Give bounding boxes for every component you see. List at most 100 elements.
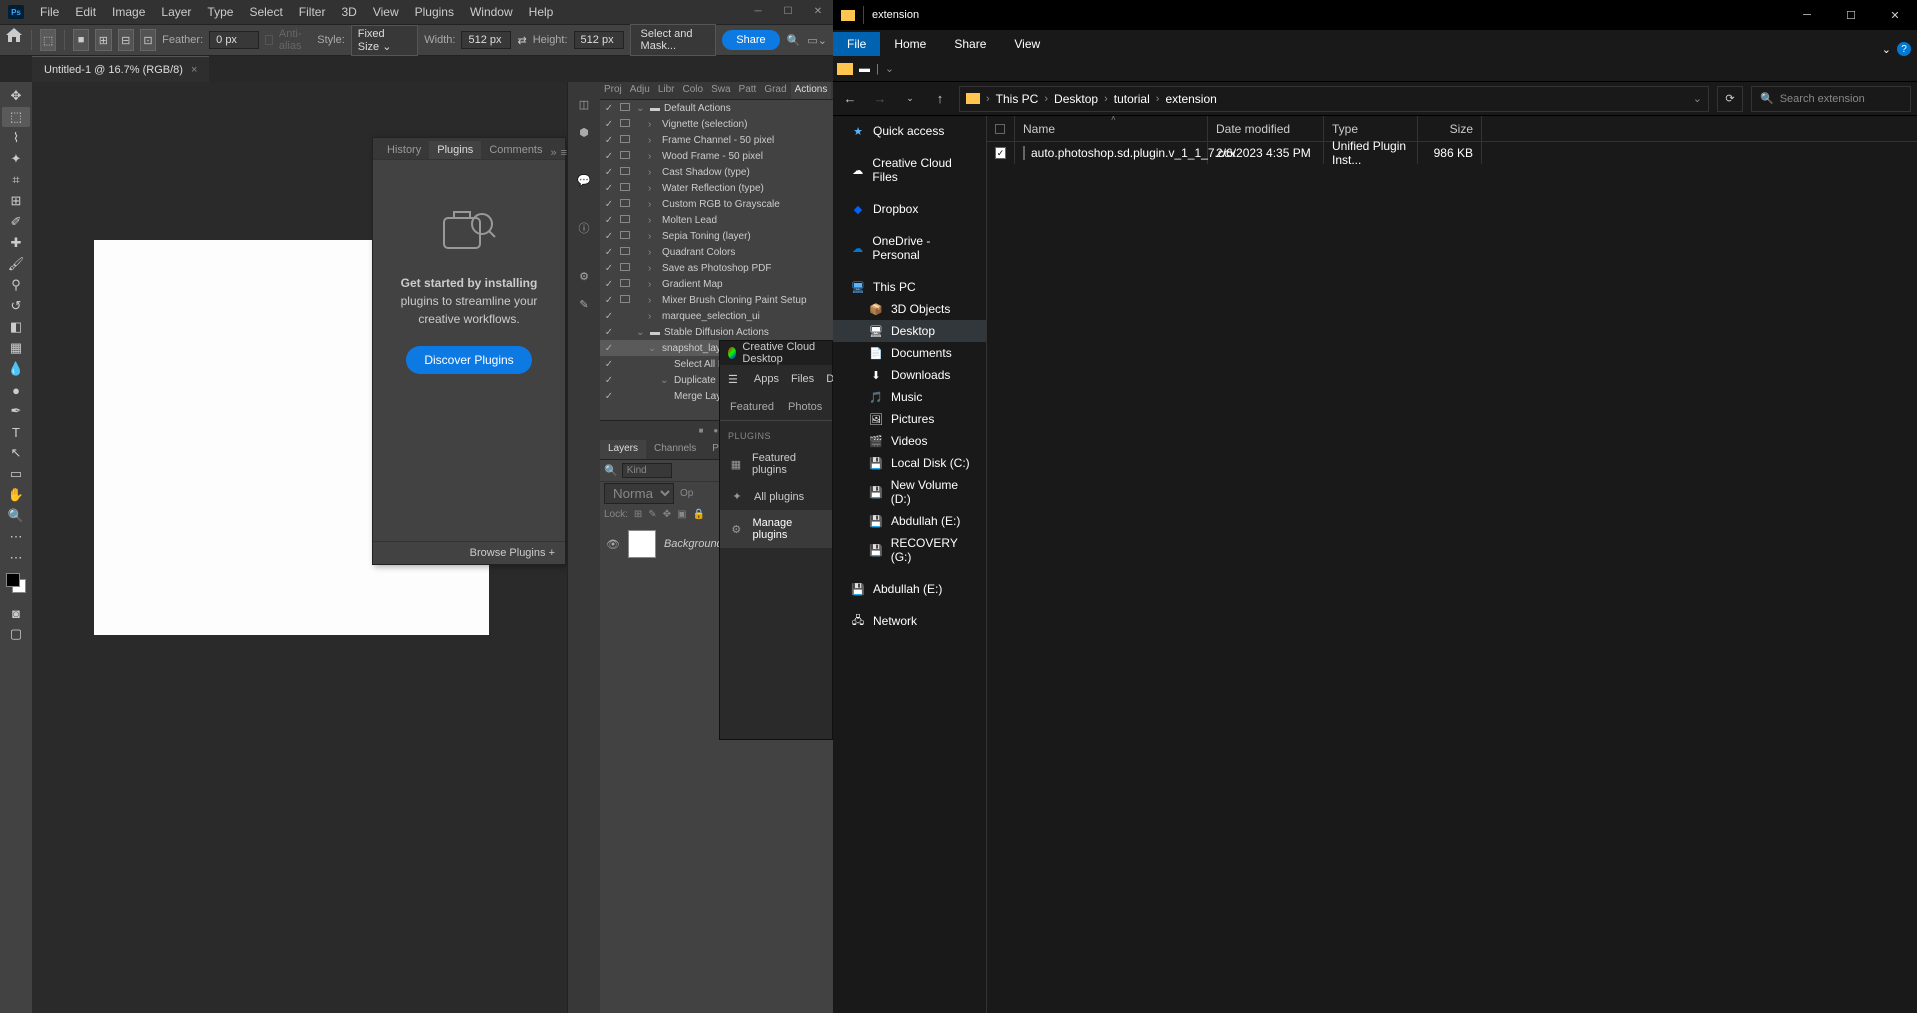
- minimize-icon[interactable]: ─: [1785, 1, 1829, 29]
- tab-comments[interactable]: Comments: [481, 141, 550, 159]
- menu-icon[interactable]: ≡: [561, 147, 567, 159]
- action-dialog[interactable]: [618, 183, 632, 194]
- action-dialog[interactable]: [618, 199, 632, 210]
- panel-icon[interactable]: ◫: [572, 92, 596, 116]
- search-icon[interactable]: 🔍: [786, 29, 802, 51]
- expand-icon[interactable]: ›: [648, 215, 660, 226]
- forward-icon[interactable]: →: [869, 91, 891, 106]
- document-tab[interactable]: Untitled-1 @ 16.7% (RGB/8) ×: [32, 56, 209, 82]
- breadcrumb[interactable]: extension: [1165, 92, 1216, 106]
- lock-icon[interactable]: ⊞: [634, 509, 642, 520]
- menu-help[interactable]: Help: [521, 5, 562, 19]
- screenmode-icon[interactable]: ▢: [2, 624, 30, 644]
- visibility-icon[interactable]: 👁: [606, 538, 620, 551]
- edit-toolbar-icon[interactable]: ⋯: [2, 548, 30, 568]
- pin-icon[interactable]: ▬: [859, 63, 870, 75]
- panel-icon[interactable]: ⚙: [572, 264, 596, 288]
- expand-icon[interactable]: ›: [648, 231, 660, 242]
- action-dialog[interactable]: [618, 279, 632, 290]
- action-row[interactable]: ✓ › Molten Lead: [600, 212, 833, 228]
- action-check[interactable]: ✓: [602, 359, 616, 370]
- blend-select[interactable]: Normal: [604, 483, 674, 504]
- menu-select[interactable]: Select: [241, 5, 290, 19]
- menu-file[interactable]: File: [32, 5, 67, 19]
- quickmask-icon[interactable]: ◙: [2, 603, 30, 623]
- action-check[interactable]: ✓: [602, 167, 616, 178]
- action-check[interactable]: ✓: [602, 247, 616, 258]
- action-check[interactable]: ✓: [602, 279, 616, 290]
- address-bar[interactable]: › This PC› Desktop› tutorial› extension …: [959, 86, 1709, 112]
- action-dialog[interactable]: [618, 263, 632, 274]
- gradient-tool-icon[interactable]: ▦: [2, 338, 30, 358]
- file-checkbox[interactable]: ✓: [995, 147, 1006, 159]
- frame-tool-icon[interactable]: ⊞: [2, 191, 30, 211]
- marquee-tool-icon[interactable]: ⬚: [40, 29, 56, 51]
- link-featured-plugins[interactable]: ▦Featured plugins: [720, 445, 832, 483]
- expand-icon[interactable]: »: [551, 147, 557, 159]
- menu-3d[interactable]: 3D: [333, 5, 364, 19]
- link-all-plugins[interactable]: ✦All plugins: [720, 483, 832, 510]
- menu-view[interactable]: View: [365, 5, 407, 19]
- sidebar-pc-item[interactable]: 💾Abdullah (E:): [833, 510, 986, 532]
- sidebar-quick-access[interactable]: ★Quick access: [833, 120, 986, 142]
- marquee-tool-icon[interactable]: ⬚: [2, 107, 30, 127]
- sidebar-pc-item[interactable]: 💾Local Disk (C:): [833, 452, 986, 474]
- sidebar-pc-item[interactable]: 💾RECOVERY (G:): [833, 532, 986, 568]
- action-dialog[interactable]: [618, 295, 632, 306]
- action-check[interactable]: ✓: [602, 151, 616, 162]
- menu-layer[interactable]: Layer: [153, 5, 199, 19]
- col-date[interactable]: Date modified: [1208, 116, 1324, 141]
- expand-icon[interactable]: ›: [648, 199, 660, 210]
- move-tool-icon[interactable]: ✥: [2, 86, 30, 106]
- tab-layers[interactable]: Layers: [600, 440, 646, 459]
- action-row[interactable]: ✓ ⌄ ▬ Stable Diffusion Actions: [600, 324, 833, 340]
- folder-icon[interactable]: [837, 63, 853, 75]
- action-check[interactable]: ✓: [602, 183, 616, 194]
- close-icon[interactable]: ✕: [1873, 1, 1917, 29]
- breadcrumb[interactable]: tutorial: [1114, 92, 1150, 106]
- width-input[interactable]: [461, 31, 511, 49]
- breadcrumb[interactable]: This PC: [996, 92, 1039, 106]
- dropdown-icon[interactable]: ⌄: [1693, 92, 1702, 105]
- new-selection-icon[interactable]: ■: [73, 29, 89, 51]
- file-row[interactable]: ✓ auto.photoshop.sd.plugin.v_1_1_7.ccx 2…: [987, 142, 1917, 164]
- panel-icon[interactable]: ✎: [572, 292, 596, 316]
- panel-icon[interactable]: 💬: [572, 168, 596, 192]
- action-check[interactable]: ✓: [602, 343, 616, 354]
- sidebar-pc-item[interactable]: ⬇Downloads: [833, 364, 986, 386]
- subtab-photos[interactable]: Photos: [788, 401, 822, 413]
- hamburger-icon[interactable]: ☰: [728, 373, 738, 386]
- lock-icon[interactable]: 🔒: [693, 509, 705, 520]
- expand-icon[interactable]: ⌄: [636, 327, 648, 338]
- expand-icon[interactable]: ›: [648, 247, 660, 258]
- action-check[interactable]: ✓: [602, 295, 616, 306]
- sidebar-ccf[interactable]: ☁Creative Cloud Files: [833, 152, 986, 188]
- select-mask-button[interactable]: Select and Mask...: [630, 24, 717, 56]
- chevron-icon[interactable]: ⌄: [1882, 43, 1891, 56]
- tab-actions[interactable]: Actions: [791, 82, 832, 99]
- color-swatches[interactable]: [6, 573, 26, 593]
- sidebar-pc-item[interactable]: 🖼Pictures: [833, 408, 986, 430]
- menu-plugins[interactable]: Plugins: [407, 5, 462, 19]
- action-row[interactable]: ✓ › Quadrant Colors: [600, 244, 833, 260]
- crop-tool-icon[interactable]: ⌗: [2, 170, 30, 190]
- eraser-tool-icon[interactable]: ◧: [2, 317, 30, 337]
- col-name[interactable]: Name˄: [1015, 116, 1208, 141]
- sidebar-pc-item[interactable]: 💾New Volume (D:): [833, 474, 986, 510]
- subtab-featured[interactable]: Featured: [730, 401, 774, 413]
- action-dialog[interactable]: [618, 151, 632, 162]
- hand-tool-icon[interactable]: ✋: [2, 485, 30, 505]
- help-icon[interactable]: ?: [1897, 42, 1911, 56]
- action-dialog[interactable]: [618, 167, 632, 178]
- action-dialog[interactable]: [618, 231, 632, 242]
- sidebar-pc-item[interactable]: 🎬Videos: [833, 430, 986, 452]
- action-check[interactable]: ✓: [602, 311, 616, 322]
- sidebar-pc-item[interactable]: 📄Documents: [833, 342, 986, 364]
- tab-files[interactable]: Files: [791, 373, 814, 385]
- home-icon[interactable]: [6, 28, 23, 52]
- panel-icon[interactable]: ⓘ: [572, 216, 596, 240]
- add-selection-icon[interactable]: ⊞: [95, 29, 111, 51]
- maximize-icon[interactable]: ☐: [1829, 1, 1873, 29]
- brush-tool-icon[interactable]: 🖌: [2, 254, 30, 274]
- action-check[interactable]: ✓: [602, 135, 616, 146]
